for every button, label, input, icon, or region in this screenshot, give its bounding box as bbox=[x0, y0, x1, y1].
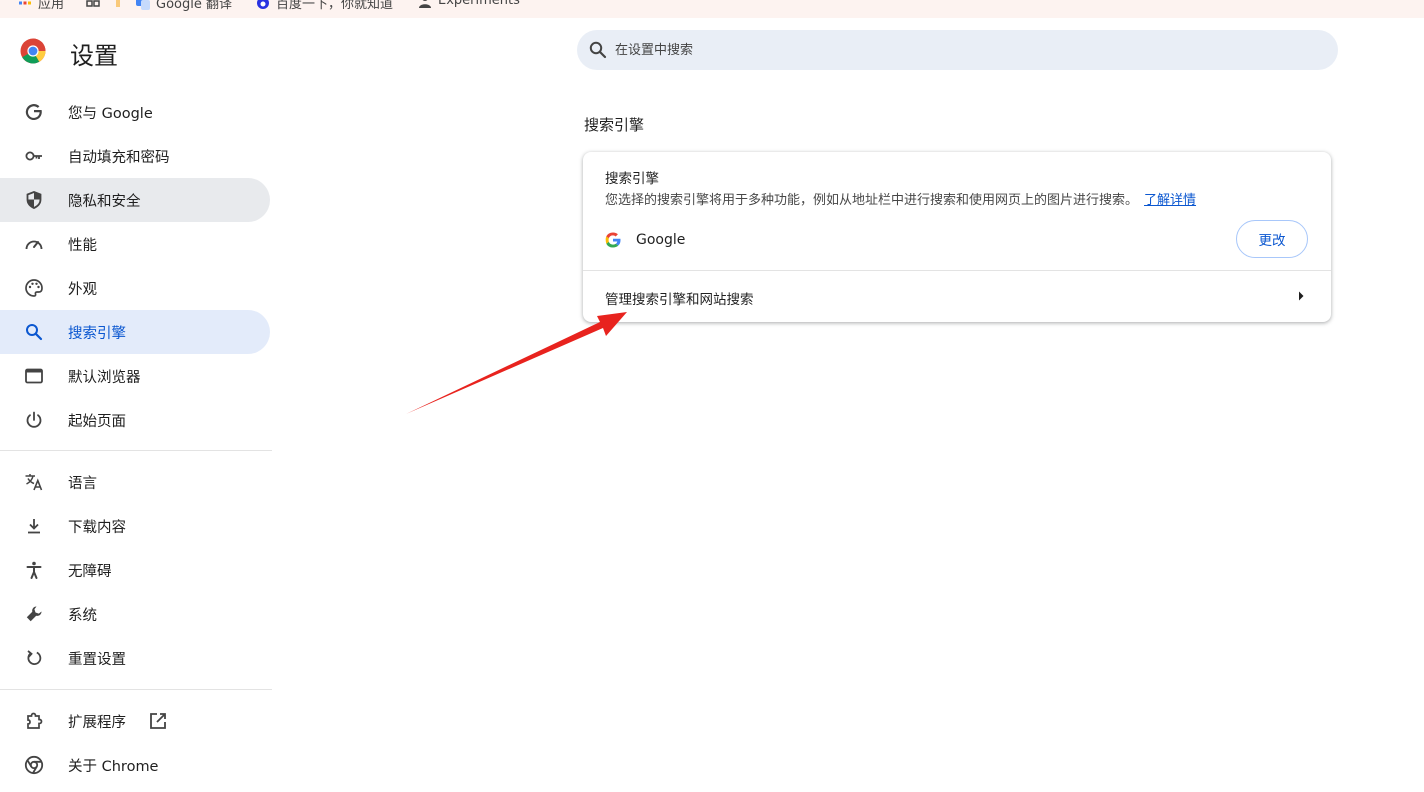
sidebar-item-on-startup[interactable]: 起始页面 bbox=[0, 398, 270, 442]
arrow-right-icon bbox=[1299, 291, 1304, 301]
sidebar-item-appearance[interactable]: 外观 bbox=[0, 266, 270, 310]
sidebar-item-label: 您与 Google bbox=[68, 105, 153, 122]
sidebar-item-languages[interactable]: 语言 bbox=[0, 460, 270, 504]
sidebar-item-label: 重置设置 bbox=[68, 651, 126, 668]
sidebar-item-label: 默认浏览器 bbox=[68, 369, 141, 386]
search-engine-card: 搜索引擎 您选择的搜索引擎将用于多种功能，例如从地址栏中进行搜索和使用网页上的图… bbox=[583, 152, 1331, 322]
sidebar-item-label: 扩展程序 bbox=[68, 714, 126, 731]
search-icon bbox=[26, 324, 43, 341]
bookmark-grid[interactable] bbox=[86, 0, 120, 7]
sidebar-item-search-engine[interactable]: 搜索引擎 bbox=[0, 310, 270, 354]
default-engine-name: Google bbox=[636, 232, 686, 248]
sidebar-item-label: 起始页面 bbox=[68, 413, 126, 430]
sidebar-item-default-browser[interactable]: 默认浏览器 bbox=[0, 354, 270, 398]
bookmark-google-translate[interactable]: Google 翻译 bbox=[136, 0, 232, 12]
sidebar-item-label: 下载内容 bbox=[68, 519, 126, 536]
sidebar-divider bbox=[0, 689, 272, 690]
shield-icon bbox=[26, 191, 42, 209]
person-icon bbox=[419, 0, 431, 8]
section-title: 搜索引擎 bbox=[584, 116, 645, 134]
palette-icon bbox=[25, 279, 43, 297]
sidebar-item-label: 语言 bbox=[68, 475, 97, 492]
sidebar-item-reset-settings[interactable]: 重置设置 bbox=[0, 636, 270, 680]
sidebar-item-label: 自动填充和密码 bbox=[68, 149, 170, 166]
bookmark-label: 应用 bbox=[38, 0, 65, 12]
baidu-icon bbox=[257, 0, 269, 9]
browser-window-icon bbox=[25, 368, 43, 384]
chrome-icon bbox=[24, 755, 44, 775]
bookmark-label: Experiments bbox=[438, 0, 520, 8]
google-logo-icon bbox=[605, 232, 621, 248]
sidebar-item-you-and-google[interactable]: 您与 Google bbox=[0, 90, 270, 134]
grid-icon bbox=[86, 0, 100, 7]
sidebar-item-label: 搜索引擎 bbox=[68, 325, 126, 342]
sidebar-item-label: 隐私和安全 bbox=[68, 193, 141, 210]
settings-search-input[interactable] bbox=[613, 41, 1297, 59]
sidebar-item-privacy[interactable]: 隐私和安全 bbox=[0, 178, 270, 222]
manage-search-engines-row[interactable]: 管理搜索引擎和网站搜索 bbox=[583, 271, 1331, 322]
puzzle-icon bbox=[27, 712, 43, 729]
bookmark-apps[interactable]: 应用 bbox=[18, 0, 64, 12]
sidebar-item-about-chrome[interactable]: 关于 Chrome bbox=[0, 743, 270, 787]
translate-icon bbox=[25, 474, 43, 491]
translate-icon bbox=[136, 0, 150, 10]
accessibility-icon bbox=[26, 561, 42, 579]
bookmark-label: 百度一下，你就知道 bbox=[276, 0, 394, 12]
bookmark-label: Google 翻译 bbox=[156, 0, 232, 12]
chrome-logo-icon bbox=[20, 38, 46, 64]
change-engine-button[interactable]: 更改 bbox=[1236, 220, 1308, 258]
reset-icon bbox=[27, 650, 42, 665]
card-title: 搜索引擎 bbox=[605, 171, 659, 187]
sidebar-item-accessibility[interactable]: 无障碍 bbox=[0, 548, 270, 592]
learn-more-link[interactable]: 了解详情 bbox=[1144, 193, 1196, 208]
manage-search-engines-label: 管理搜索引擎和网站搜索 bbox=[605, 292, 754, 308]
sidebar-item-label: 性能 bbox=[68, 237, 97, 254]
search-icon bbox=[589, 41, 607, 59]
external-link-icon bbox=[150, 713, 166, 729]
key-icon bbox=[25, 151, 42, 161]
sidebar-divider bbox=[0, 450, 272, 451]
description-text: 您选择的搜索引擎将用于多种功能，例如从地址栏中进行搜索和使用网页上的图片进行搜索… bbox=[605, 193, 1139, 208]
sidebar-item-system[interactable]: 系统 bbox=[0, 592, 270, 636]
page-title: 设置 bbox=[70, 42, 118, 70]
sidebar-item-extensions[interactable]: 扩展程序 bbox=[0, 699, 270, 743]
apps-grid-icon bbox=[19, 1, 31, 4]
bookmark-baidu[interactable]: 百度一下，你就知道 bbox=[256, 0, 393, 12]
sidebar-item-label: 外观 bbox=[68, 281, 97, 298]
bookmark-experiments[interactable]: Experiments bbox=[418, 0, 520, 8]
settings-header: 设置 bbox=[0, 18, 1424, 84]
sidebar-item-performance[interactable]: 性能 bbox=[0, 222, 270, 266]
speedometer-icon bbox=[25, 240, 43, 250]
sidebar-item-label: 无障碍 bbox=[68, 563, 112, 580]
power-icon bbox=[26, 411, 42, 428]
settings-search-box[interactable] bbox=[577, 30, 1338, 70]
wrench-icon bbox=[26, 606, 42, 622]
bookmarks-bar: 应用 Google 翻译 百度一下，你就知道 Experiments bbox=[0, 0, 1424, 18]
download-icon bbox=[28, 519, 40, 534]
sidebar-item-label: 关于 Chrome bbox=[68, 758, 159, 775]
sidebar-item-autofill[interactable]: 自动填充和密码 bbox=[0, 134, 270, 178]
card-description: 您选择的搜索引擎将用于多种功能，例如从地址栏中进行搜索和使用网页上的图片进行搜索… bbox=[605, 189, 1196, 208]
sidebar-item-downloads[interactable]: 下载内容 bbox=[0, 504, 270, 548]
sidebar-item-label: 系统 bbox=[68, 607, 97, 624]
bookmark-separator bbox=[116, 0, 120, 7]
google-g-icon bbox=[25, 104, 42, 121]
